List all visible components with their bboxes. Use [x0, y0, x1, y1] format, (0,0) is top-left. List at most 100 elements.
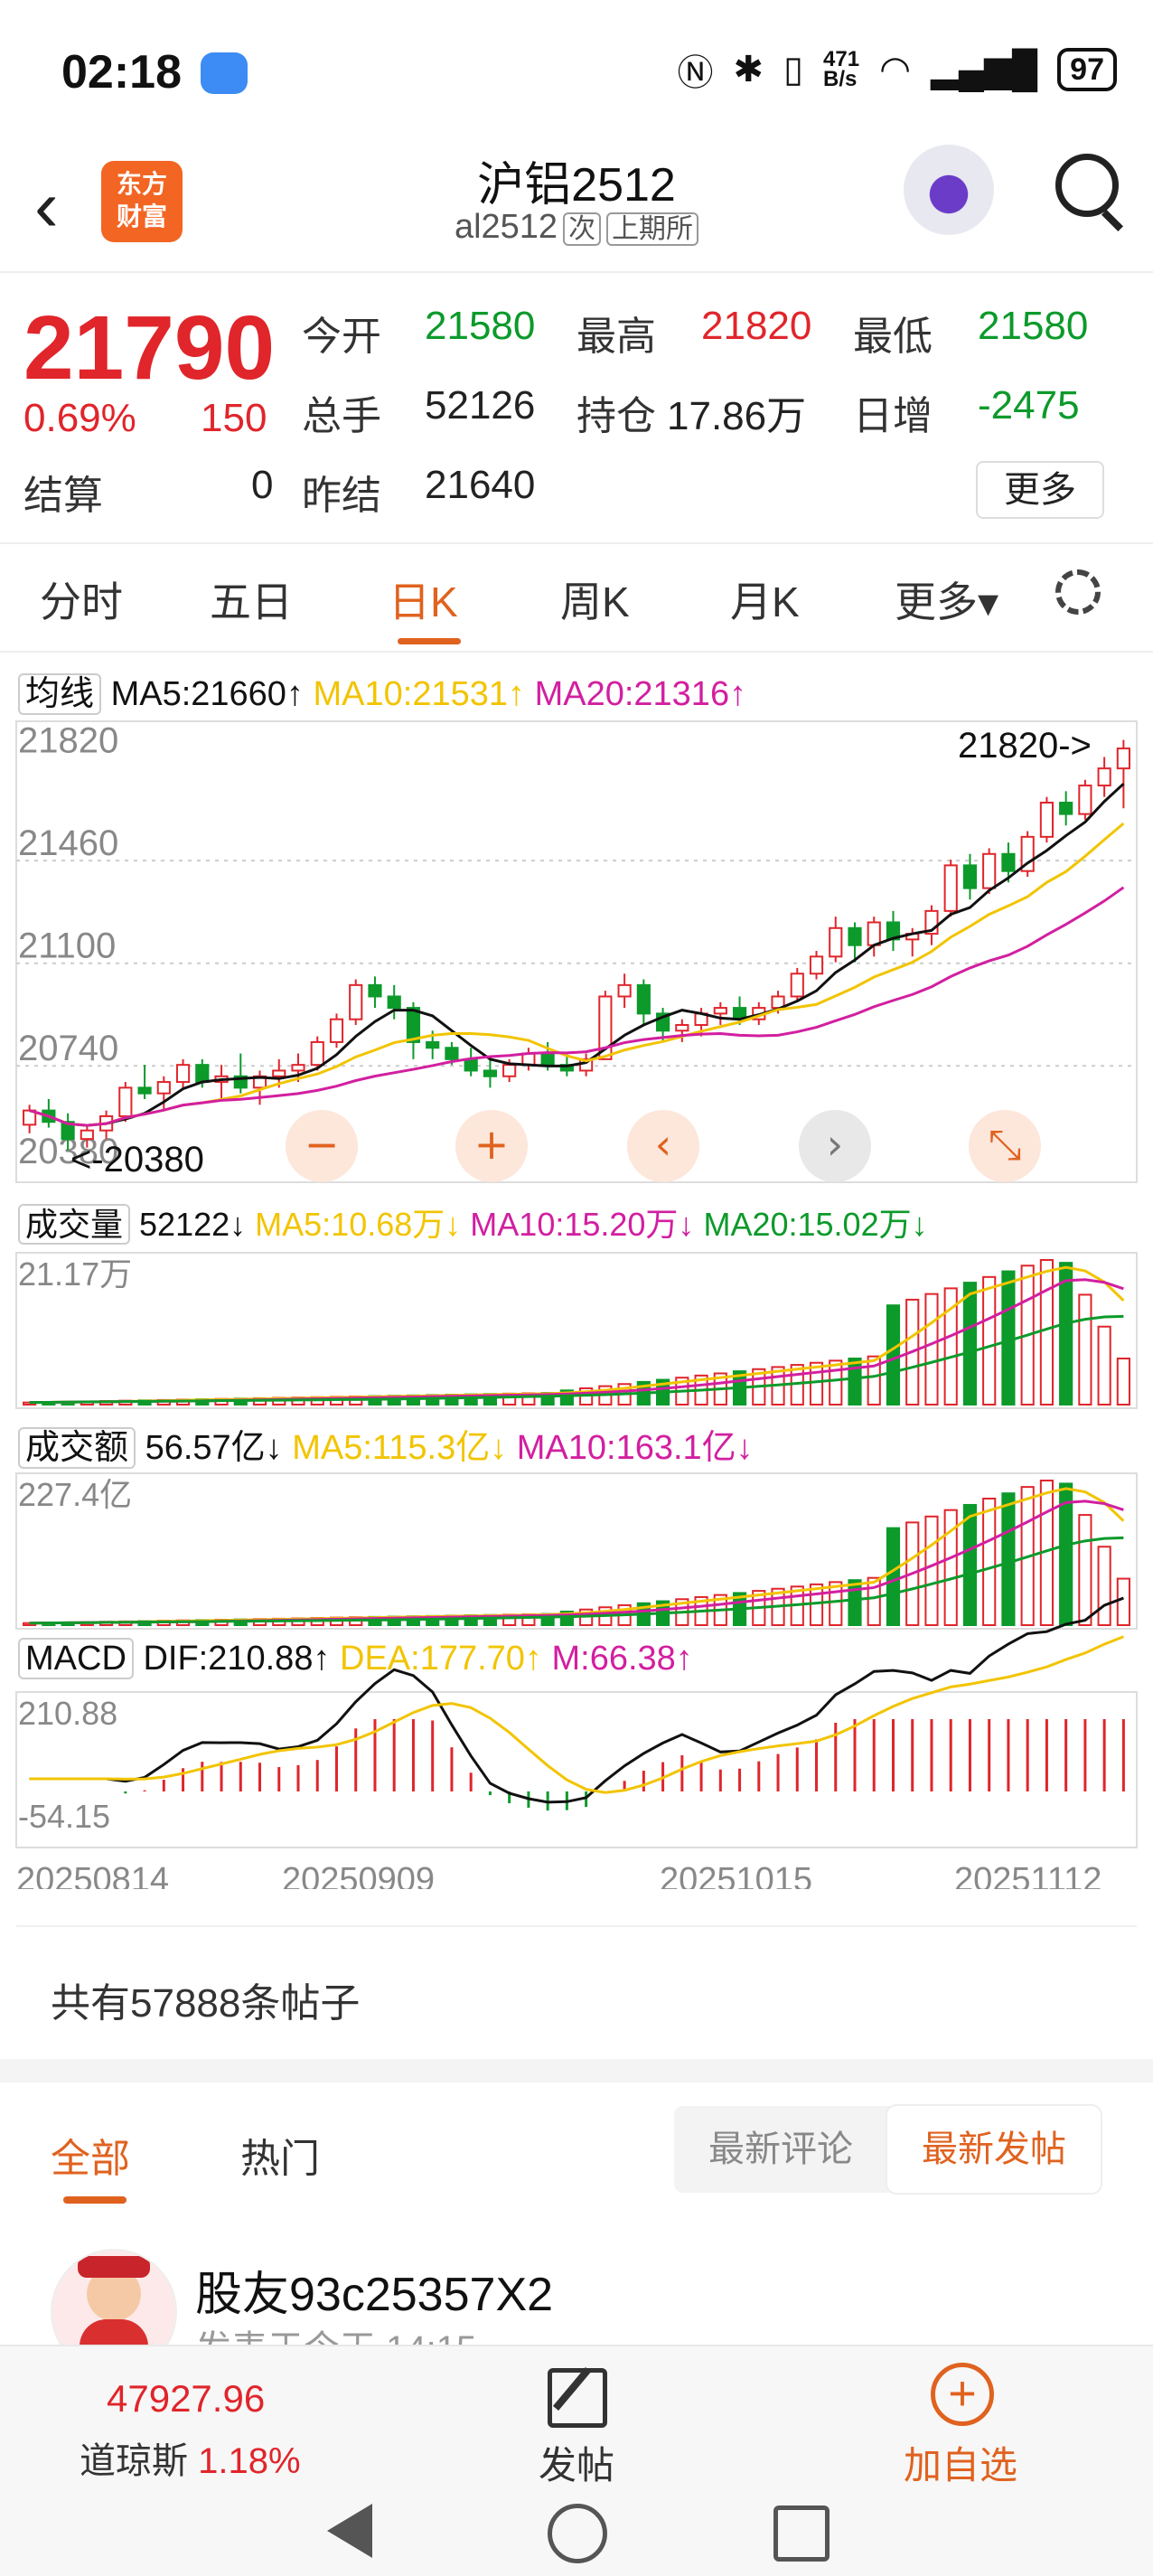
macd-dif: DIF:210.88↑ — [143, 1640, 331, 1678]
post-button-label[interactable]: 发帖 — [539, 2435, 614, 2490]
volume-value: 52126 — [425, 383, 536, 428]
macd-top-label: 210.88 — [18, 1695, 117, 1732]
add-watchlist-label[interactable]: 加自选 — [904, 2435, 1017, 2490]
index-value[interactable]: 47927.96 — [107, 2377, 265, 2421]
tab-monthly-k[interactable]: 月K — [730, 569, 800, 629]
scroll-left-button[interactable]: ‹ — [627, 1110, 699, 1182]
volume-selector[interactable]: 成交量 — [18, 1204, 131, 1245]
settlement-label: 结算 — [23, 474, 103, 518]
candle-body — [483, 1069, 497, 1077]
settings-gear-icon[interactable] — [1055, 569, 1101, 615]
amount-bar-ma5 — [29, 1487, 1125, 1625]
vibrate-icon: ▯ — [783, 50, 804, 89]
open-interest-label: 持仓 — [576, 394, 656, 438]
candle-body — [829, 926, 843, 958]
y-tick-label: 21100 — [18, 926, 116, 966]
index-name: 道琼斯 — [80, 2441, 188, 2481]
volume-ma10: MA10:15.20万↓ — [470, 1206, 695, 1243]
macd-m: M:66.38↑ — [551, 1640, 693, 1678]
candles — [23, 739, 1130, 1151]
volume-bar-ma10 — [29, 1278, 1124, 1405]
tab-more[interactable]: 更多▾ — [895, 569, 998, 629]
volume-bar — [1039, 1259, 1054, 1406]
high-label: 最高 — [576, 315, 656, 359]
candle-body — [387, 995, 401, 1010]
volume-bar — [848, 1358, 862, 1406]
more-quote-button[interactable]: 更多 — [976, 461, 1104, 519]
system-navigation-bar — [0, 2495, 1153, 2574]
candle-body — [982, 852, 997, 889]
network-speed: 471 B/s — [823, 47, 860, 91]
settlement-value: 0 — [251, 463, 274, 507]
candle-body — [790, 973, 804, 998]
section-separator — [0, 2059, 1153, 2082]
candle-body — [291, 1064, 305, 1072]
tab-intraday[interactable]: 分时 — [40, 569, 123, 629]
zoom-in-button[interactable]: + — [455, 1110, 528, 1182]
amount-bar — [1116, 1577, 1130, 1626]
add-watchlist-icon[interactable]: + — [931, 2363, 994, 2426]
kline-frame — [15, 720, 1138, 1183]
macd-bars — [29, 1596, 1125, 1811]
kline-grid — [16, 860, 1137, 1067]
ma-selector[interactable]: 均线 — [18, 673, 102, 715]
volume-bar — [1001, 1270, 1016, 1406]
bluetooth-icon: ✱ — [733, 50, 764, 89]
candle-body — [1116, 747, 1130, 770]
top-navigation: ‹ 东方 财富 沪铝2512 al2512 次上期所 — [0, 136, 1153, 273]
volume-bar — [809, 1361, 824, 1406]
sort-latest-post[interactable]: 最新发帖 — [887, 2106, 1101, 2193]
candle-body — [445, 1047, 459, 1060]
candle-body — [464, 1058, 478, 1072]
amount-max-label: 227.4亿 — [18, 1476, 132, 1513]
svg-text:⤡: ⤡ — [989, 1120, 1022, 1169]
y-tick-label: 20740 — [18, 1029, 118, 1068]
candle-body — [1097, 767, 1111, 787]
volume-legend: 成交量 52122↓ MA5:10.68万↓ MA10:15.20万↓ MA20… — [18, 1199, 928, 1246]
compose-post-icon[interactable] — [548, 2366, 607, 2428]
ma-lines — [29, 783, 1125, 1127]
stock-chart[interactable]: 2182021460211002074020380 21820-> <-2038… — [0, 714, 1153, 1889]
ma10-line — [29, 822, 1125, 1127]
posts-tab-indicator — [63, 2196, 127, 2204]
macd-selector[interactable]: MACD — [18, 1638, 134, 1679]
amount-selector[interactable]: 成交额 — [18, 1427, 136, 1469]
amount-bar — [982, 1498, 997, 1626]
tab-five-day[interactable]: 五日 — [210, 569, 293, 629]
nav-back-icon[interactable] — [327, 2504, 372, 2558]
chart-controls: − + ‹ › ⤡ — [286, 1110, 1041, 1182]
tab-daily-k[interactable]: 日K — [389, 569, 458, 629]
candle-body — [349, 983, 363, 1020]
nav-recents-icon[interactable] — [773, 2505, 830, 2562]
assistant-robot-icon[interactable] — [904, 145, 994, 235]
ma5-line — [29, 783, 1125, 1127]
daily-increase-value: -2475 — [978, 383, 1080, 428]
amount-ma10: MA10:163.1亿↓ — [516, 1429, 754, 1467]
battery-indicator: 97 — [1057, 48, 1117, 91]
volume-bar — [1116, 1358, 1130, 1406]
candle-body — [962, 864, 978, 889]
candle-body — [272, 1069, 286, 1077]
index-ticker[interactable]: 道琼斯 1.18% — [80, 2431, 301, 2484]
macd-legend: MACD DIF:210.88↑ DEA:177.70↑ M:66.38↑ — [18, 1638, 693, 1679]
ma20-value: MA20:21316↑ — [534, 675, 747, 713]
amount-bars — [23, 1480, 1130, 1627]
fullscreen-button[interactable]: ⤡ — [969, 1110, 1041, 1182]
tab-weekly-k[interactable]: 周K — [560, 569, 630, 629]
poster-name[interactable]: 股友93c25357X2 — [195, 2256, 553, 2324]
sort-segment: 最新评论 最新发帖 — [674, 2106, 1101, 2193]
wifi-icon: ◠ — [879, 50, 911, 89]
candle-body — [540, 1052, 555, 1067]
zoom-out-button[interactable]: − — [286, 1110, 358, 1182]
tab-all-posts[interactable]: 全部 — [51, 2126, 130, 2184]
nav-home-icon[interactable] — [548, 2504, 607, 2563]
chart-period-tabs: 分时 五日 日K 周K 月K 更多▾ — [0, 542, 1153, 653]
tab-hot-posts[interactable]: 热门 — [240, 2126, 320, 2184]
volume-label: 总手 — [302, 394, 381, 438]
search-icon[interactable] — [1055, 154, 1119, 217]
ma-legend: 均线 MA5:21660↑ MA10:21531↑ MA20:21316↑ — [18, 665, 746, 715]
candle-body — [1059, 802, 1073, 815]
scroll-right-button[interactable]: › — [799, 1110, 871, 1182]
sort-latest-comment[interactable]: 最新评论 — [674, 2106, 887, 2193]
candle-body — [426, 1040, 440, 1049]
